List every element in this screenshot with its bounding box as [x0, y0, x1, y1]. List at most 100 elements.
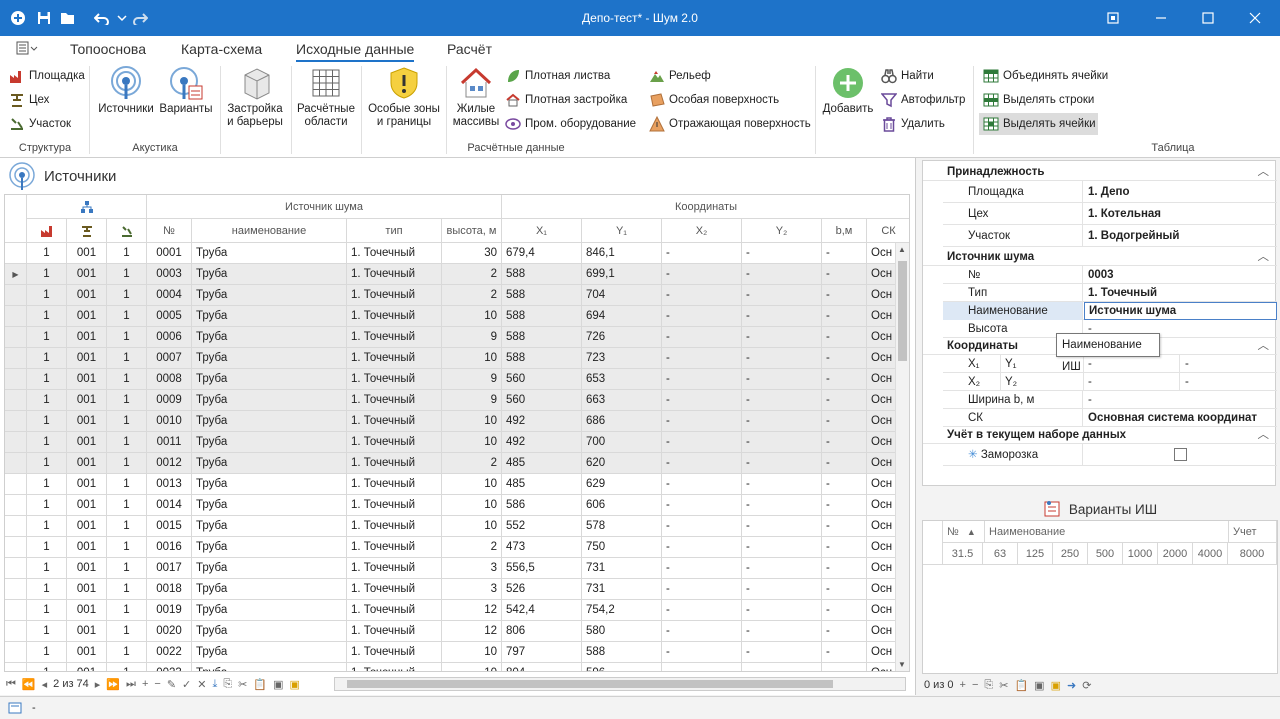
row-workshop-cell[interactable]: 001 [67, 264, 107, 285]
copy-icon[interactable]: ⎘ [223, 678, 232, 691]
fullscreen-icon[interactable] [1090, 0, 1136, 36]
row-name-cell[interactable]: Труба [192, 285, 347, 306]
row-number-cell[interactable]: 0022 [147, 642, 192, 663]
last-record-icon[interactable]: ⏭ [126, 678, 136, 691]
row-workshop-cell[interactable]: 001 [67, 558, 107, 579]
row-site-cell[interactable]: 1 [27, 264, 67, 285]
row-name-cell[interactable]: Труба [192, 369, 347, 390]
row-indicator[interactable] [5, 306, 27, 327]
row-x1-cell[interactable]: 492 [502, 432, 582, 453]
row-type-cell[interactable]: 1. Точечный [347, 411, 442, 432]
category-noise-source[interactable]: Источник шума ︿ [923, 248, 1277, 266]
row-x1-cell[interactable]: 588 [502, 285, 582, 306]
edit-record-icon[interactable]: ✎ [167, 678, 176, 691]
row-name-cell[interactable]: Труба [192, 390, 347, 411]
row-workshop-cell[interactable]: 001 [67, 537, 107, 558]
row-y2-cell[interactable]: - [742, 390, 822, 411]
row-workshop-cell[interactable]: 001 [67, 474, 107, 495]
row-y2-cell[interactable]: - [742, 411, 822, 432]
row-y2-cell[interactable]: - [742, 243, 822, 264]
row-type-cell[interactable]: 1. Точечный [347, 495, 442, 516]
row-site-cell[interactable]: 1 [27, 411, 67, 432]
table-row[interactable]: 1 001 1 0004 Труба 1. Точечный 2 588 704- - - Осн [5, 285, 895, 306]
row-x1-cell[interactable]: 586 [502, 495, 582, 516]
row-x1-cell[interactable]: 797 [502, 642, 582, 663]
row-name-cell[interactable]: Труба [192, 495, 347, 516]
row-y1-cell[interactable]: 704 [582, 285, 662, 306]
row-width-cell[interactable]: - [822, 516, 867, 537]
row-type-cell[interactable]: 1. Точечный [347, 663, 442, 671]
prop-section-value[interactable]: 1. Водогрейный [1084, 225, 1277, 247]
row-site-cell[interactable]: 1 [27, 495, 67, 516]
col-section[interactable] [107, 219, 147, 243]
row-number-cell[interactable]: 0016 [147, 537, 192, 558]
row-x1-cell[interactable]: 473 [502, 537, 582, 558]
row-section-cell[interactable]: 1 [107, 621, 147, 642]
row-workshop-cell[interactable]: 001 [67, 348, 107, 369]
row-cs-cell[interactable]: Осн [867, 495, 895, 516]
row-type-cell[interactable]: 1. Точечный [347, 264, 442, 285]
row-indicator[interactable] [5, 390, 27, 411]
row-height-cell[interactable]: 9 [442, 327, 502, 348]
row-y2-cell[interactable]: - [742, 306, 822, 327]
row-type-cell[interactable]: 1. Точечный [347, 537, 442, 558]
row-height-cell[interactable]: 10 [442, 495, 502, 516]
row-name-cell[interactable]: Труба [192, 348, 347, 369]
row-y1-cell[interactable]: 686 [582, 411, 662, 432]
freq-col-header[interactable]: 63 [983, 543, 1018, 565]
table-row[interactable]: 1 001 1 0022 Труба 1. Точечный 10 797 588- - - Осн [5, 642, 895, 663]
cut-variant-icon[interactable]: ✂ [999, 679, 1008, 692]
row-width-cell[interactable]: - [822, 600, 867, 621]
row-name-cell[interactable]: Труба [192, 642, 347, 663]
row-number-cell[interactable]: 0003 [147, 264, 192, 285]
row-x2-cell[interactable]: - [662, 243, 742, 264]
row-x2-cell[interactable]: - [662, 390, 742, 411]
row-y1-cell[interactable]: 629 [582, 474, 662, 495]
cancel-edit-icon[interactable]: ✕ [197, 678, 206, 691]
row-width-cell[interactable]: - [822, 348, 867, 369]
row-number-cell[interactable]: 0001 [147, 243, 192, 264]
row-section-cell[interactable]: 1 [107, 516, 147, 537]
row-cs-cell[interactable]: Осн [867, 474, 895, 495]
row-y2-cell[interactable]: - [742, 558, 822, 579]
row-section-cell[interactable]: 1 [107, 537, 147, 558]
row-site-cell[interactable]: 1 [27, 474, 67, 495]
row-x2-cell[interactable]: - [662, 663, 742, 671]
row-type-cell[interactable]: 1. Точечный [347, 348, 442, 369]
row-number-cell[interactable]: 0010 [147, 411, 192, 432]
row-cs-cell[interactable]: Осн [867, 600, 895, 621]
row-type-cell[interactable]: 1. Точечный [347, 558, 442, 579]
row-type-cell[interactable]: 1. Точечный [347, 306, 442, 327]
collapse-chevron-icon[interactable]: ︿ [1258, 248, 1270, 266]
merge-cells-button[interactable]: Объединять ячейки [983, 65, 1108, 87]
row-x2-cell[interactable]: - [662, 579, 742, 600]
prev-record-icon[interactable]: ◂ [42, 678, 48, 691]
row-site-cell[interactable]: 1 [27, 348, 67, 369]
tab-topography[interactable]: Топооснова [70, 40, 146, 62]
row-height-cell[interactable]: 2 [442, 537, 502, 558]
col-width[interactable]: b,м [822, 219, 867, 243]
row-number-cell[interactable]: 0005 [147, 306, 192, 327]
row-indicator[interactable] [5, 285, 27, 306]
tab-map-scheme[interactable]: Карта-схема [181, 40, 262, 62]
row-width-cell[interactable]: - [822, 495, 867, 516]
row-x2-cell[interactable]: - [662, 642, 742, 663]
row-y1-cell[interactable]: 578 [582, 516, 662, 537]
row-cs-cell[interactable]: Осн [867, 348, 895, 369]
table-row[interactable]: 1 001 1 0016 Труба 1. Точечный 2 473 750- - - Осн [5, 537, 895, 558]
row-y1-cell[interactable]: 588 [582, 642, 662, 663]
row-type-cell[interactable]: 1. Точечный [347, 642, 442, 663]
row-number-cell[interactable]: 0020 [147, 621, 192, 642]
row-width-cell[interactable]: - [822, 369, 867, 390]
row-indicator[interactable]: ▶ [5, 264, 27, 285]
category-current-dataset[interactable]: Учёт в текущем наборе данных ︿ [923, 426, 1277, 444]
col-y1[interactable]: Y₁ [582, 219, 662, 243]
special-zones-button[interactable]: Особые зоны и границы [366, 66, 442, 129]
row-workshop-cell[interactable]: 001 [67, 369, 107, 390]
undo-dropdown-icon[interactable] [112, 8, 132, 28]
row-number-cell[interactable]: 0006 [147, 327, 192, 348]
col-x1[interactable]: X₁ [502, 219, 582, 243]
row-y2-cell[interactable]: - [742, 453, 822, 474]
col-workshop[interactable] [67, 219, 107, 243]
row-x2-cell[interactable]: - [662, 474, 742, 495]
